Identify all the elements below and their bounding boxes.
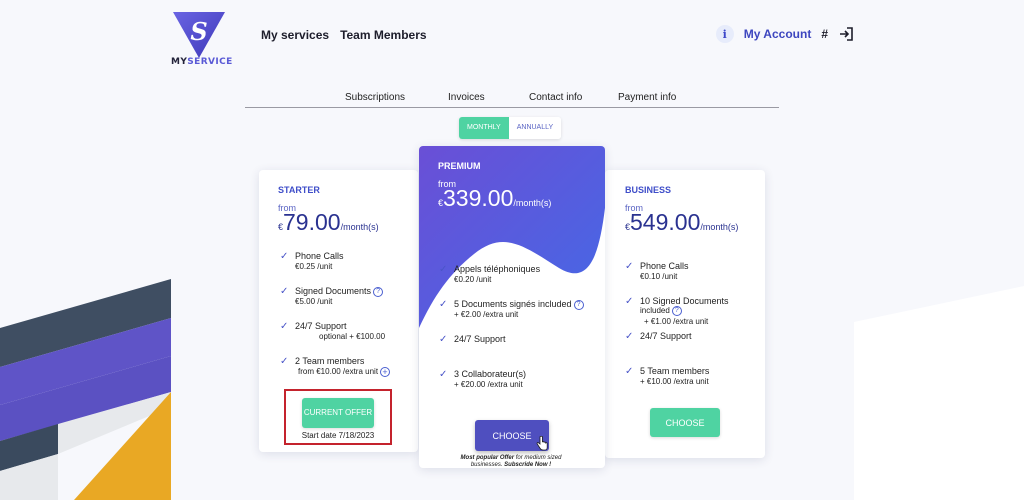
feature-detail-text: from €10.00 /extra unit xyxy=(298,367,379,377)
logout-icon[interactable] xyxy=(838,26,854,42)
feature-title: Phone Calls xyxy=(295,251,344,261)
popular-offer-note: Most popular Offer for medium sized busi… xyxy=(452,455,570,469)
tab-subscriptions[interactable]: Subscriptions xyxy=(345,92,405,103)
help-icon[interactable]: ? xyxy=(573,299,584,310)
check-icon: ✓ xyxy=(280,251,289,262)
feature-title: 24/7 Support xyxy=(295,321,347,331)
price-amount: 549.00 xyxy=(630,209,701,235)
feature-detail: from €10.00 /extra unit + xyxy=(298,367,391,377)
brand-name: MYSERVICE xyxy=(171,57,232,67)
feature-title: 24/7 Support xyxy=(454,334,506,344)
billing-period-toggle: MONTHLY ANNUALLY xyxy=(459,117,562,139)
price-amount: 79.00 xyxy=(283,209,341,235)
help-icon[interactable]: ? xyxy=(373,286,384,297)
feature-detail: €5.00 /unit xyxy=(295,297,333,306)
current-offer-button[interactable]: CURRENT OFFER xyxy=(302,398,374,428)
feature-title: 5 Documents signés included? xyxy=(454,299,584,310)
check-icon: ✓ xyxy=(625,261,634,272)
plan-price: € 339.00 /month(s) xyxy=(438,185,551,212)
price-period: /month(s) xyxy=(513,198,552,208)
feature-title: 24/7 Support xyxy=(640,331,692,341)
check-icon: ✓ xyxy=(280,321,289,332)
check-icon: ✓ xyxy=(280,286,289,297)
check-icon: ✓ xyxy=(439,264,448,275)
feature-title-continued: included? xyxy=(640,306,682,316)
check-icon: ✓ xyxy=(439,334,448,345)
price-amount: 339.00 xyxy=(443,185,514,211)
check-icon: ✓ xyxy=(625,331,634,342)
main-nav: My services Team Members xyxy=(261,28,427,42)
nav-team-members[interactable]: Team Members xyxy=(340,28,426,42)
feature-detail: €0.25 /unit xyxy=(295,262,333,271)
feature-title: Signed Documents? xyxy=(295,286,384,297)
feature-title-text: Signed Documents xyxy=(295,286,372,296)
section-tabs: Subscriptions Invoices Contact info Paym… xyxy=(245,92,779,108)
subscribe-now-link[interactable]: Subscride Now ! xyxy=(504,462,551,468)
feature-title: 5 Team members xyxy=(640,366,710,376)
toggle-annually[interactable]: ANNUALLY xyxy=(508,117,562,139)
price-period: /month(s) xyxy=(700,222,739,232)
hash-label: # xyxy=(821,27,828,41)
info-icon[interactable]: i xyxy=(715,25,734,43)
feature-detail: €0.10 /unit xyxy=(640,272,678,281)
svg-text:S: S xyxy=(190,17,207,46)
start-date-label: Start date 7/18/2023 xyxy=(301,431,375,440)
plan-name: STARTER xyxy=(278,185,320,195)
tab-contact-info[interactable]: Contact info xyxy=(529,92,582,103)
feature-title: 3 Collaborateur(s) xyxy=(454,369,527,379)
feature-detail: €0.20 /unit xyxy=(454,275,492,284)
my-account-link[interactable]: My Account xyxy=(744,27,812,41)
feature-detail: + €2.00 /extra unit xyxy=(454,310,519,319)
feature-detail: + €1.00 /extra unit xyxy=(644,317,709,326)
feature-title: Appels téléphoniques xyxy=(454,264,541,274)
hand-cursor-icon xyxy=(536,436,548,451)
check-icon: ✓ xyxy=(439,369,448,380)
feature-title-text: 5 Documents signés included xyxy=(454,299,572,309)
feature-detail: + €20.00 /extra unit xyxy=(454,380,523,389)
account-area: i My Account # xyxy=(715,25,854,43)
tab-payment-info[interactable]: Payment info xyxy=(618,92,676,103)
check-icon: ✓ xyxy=(625,366,634,377)
plan-price: € 549.00 /month(s) xyxy=(625,209,738,236)
check-icon: ✓ xyxy=(625,296,634,307)
choose-business-button[interactable]: CHOOSE xyxy=(650,408,720,437)
check-icon: ✓ xyxy=(280,356,289,367)
plus-icon[interactable]: + xyxy=(380,367,391,377)
popular-offer-lead: Most popular Offer xyxy=(460,455,515,461)
feature-title: 2 Team members xyxy=(295,356,365,366)
tab-invoices[interactable]: Invoices xyxy=(448,92,485,103)
price-period: /month(s) xyxy=(340,222,379,232)
plan-name: PREMIUM xyxy=(438,161,481,171)
nav-my-services[interactable]: My services xyxy=(261,28,329,42)
check-icon: ✓ xyxy=(439,299,448,310)
feature-title: 10 Signed Documents xyxy=(640,296,729,306)
feature-detail: optional + €100.00 xyxy=(319,332,386,341)
toggle-monthly[interactable]: MONTHLY xyxy=(459,117,509,139)
logo-shield-icon: S xyxy=(173,12,225,58)
plan-price: € 79.00 /month(s) xyxy=(278,209,379,236)
feature-title-text: included xyxy=(640,306,670,316)
help-icon[interactable]: ? xyxy=(671,306,682,316)
brand-name-prefix: MY xyxy=(171,57,188,67)
plan-name: BUSINESS xyxy=(625,185,672,195)
feature-title: Phone Calls xyxy=(640,261,689,271)
brand-name-suffix: SERVICE xyxy=(187,57,233,67)
feature-detail: + €10.00 /extra unit xyxy=(640,377,709,386)
